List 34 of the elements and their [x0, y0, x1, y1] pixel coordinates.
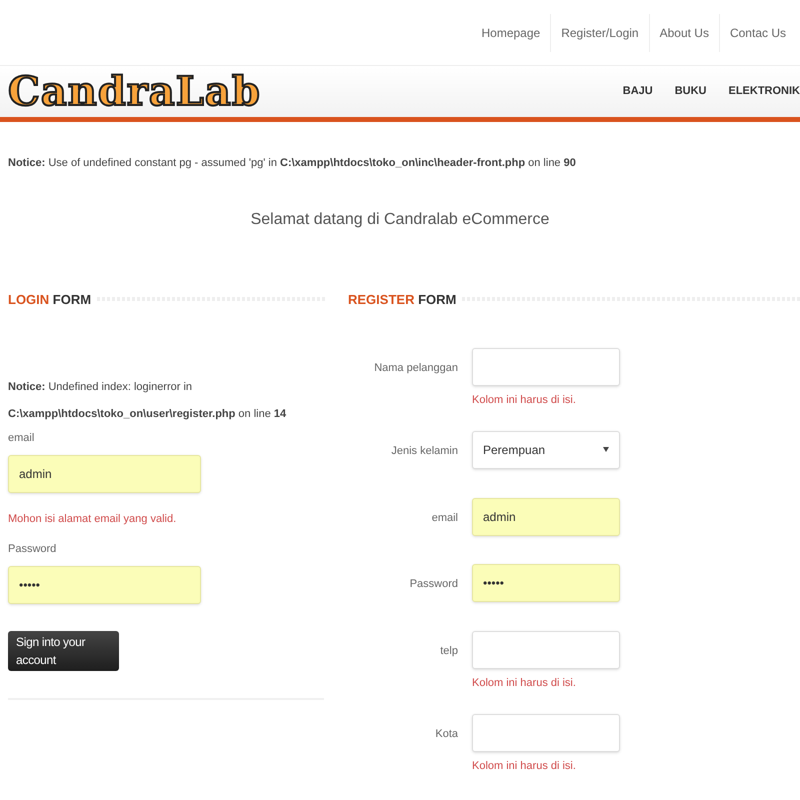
field-label: email [430, 510, 458, 526]
field-label: Password [8, 542, 58, 557]
welcome-text: Selamat datang di Candralab eCommerce [250, 210, 550, 230]
email-field[interactable]: admin [8, 454, 201, 492]
text-field[interactable] [472, 348, 620, 386]
category-link[interactable]: BAJU [622, 83, 653, 100]
category-link[interactable]: BUKU [674, 83, 706, 100]
error-text: Kolom ini harus di isi. [472, 676, 577, 690]
dropdown-arrow-icon [603, 447, 609, 452]
text-field[interactable]: admin [472, 498, 620, 536]
password-field[interactable]: ••••• [8, 566, 201, 604]
section-heading: LOGIN FORM [8, 290, 92, 308]
field-label: Password [408, 576, 458, 592]
gender-select[interactable]: Perempuan [472, 430, 620, 468]
field-label: Nama pelanggan [373, 361, 458, 376]
field-label: Kota [434, 727, 458, 742]
sign-in-button[interactable]: Sign into your account [8, 630, 119, 670]
error-text: Kolom ini harus di isi. [472, 759, 577, 774]
nav-link[interactable]: Homepage [472, 14, 550, 52]
nav-link[interactable]: Contac Us [718, 14, 796, 52]
error-text: Kolom ini harus di isi. [472, 393, 577, 408]
text-field[interactable] [472, 714, 620, 752]
error-text: Mohon isi alamat email yang valid. [8, 512, 178, 526]
nav-link[interactable]: Register/Login [550, 14, 649, 52]
php-notice: Notice: Undefined index: loginerror in C:\xampp\htdocs\toko_on\user\register.php on line 14 [8, 380, 288, 422]
section-heading: REGISTER FORM [348, 290, 456, 308]
category-link[interactable]: ELEKTRONIK [728, 83, 800, 100]
text-field[interactable] [472, 630, 620, 668]
field-label: Jenis kelamin [390, 444, 458, 458]
field-label: email [8, 431, 36, 446]
field-label: telp [439, 644, 458, 658]
php-notice: Notice: Use of undefined constant pg - assumed 'pg' in C:\xampp\htdocs\toko_on\inc\header-front.php on line 90 [8, 156, 577, 171]
nav-link[interactable]: About Us [648, 14, 719, 52]
text-field[interactable]: ••••• [472, 564, 620, 602]
